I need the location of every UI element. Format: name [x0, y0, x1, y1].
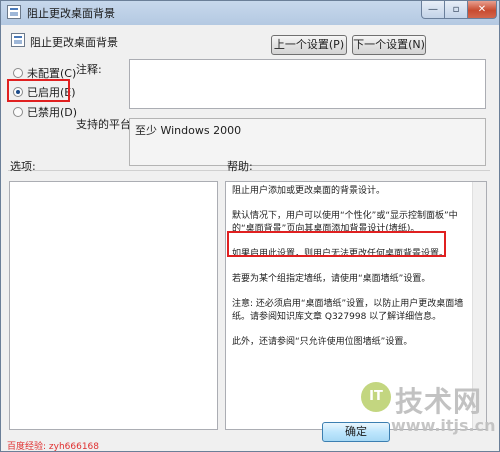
help-paragraph: 此外，还请参阅“只允许使用位图墙纸”设置。: [232, 337, 413, 347]
policy-icon: [7, 5, 21, 19]
help-paragraph: 注意: 还必须启用“桌面墙纸”设置，以防止用户更改桌面墙纸。请参阅知识库文章 Q…: [232, 299, 464, 322]
options-pane: [9, 181, 218, 430]
radio-indicator[interactable]: [13, 107, 23, 117]
help-label: 帮助:: [227, 160, 253, 173]
platform-value: 至少 Windows 2000: [129, 118, 486, 166]
platform-label: 支持的平台:: [76, 118, 135, 131]
source-credit: 百度经验: zyh666168: [7, 442, 100, 452]
watermark-site-name: 技术网: [395, 385, 483, 418]
setting-icon: [11, 33, 25, 47]
help-paragraph: 若要为某个组指定墙纸，请使用“桌面墙纸”设置。: [232, 274, 431, 284]
help-paragraph: 阻止用户添加或更改桌面的背景设计。: [232, 186, 386, 196]
watermark-logo-icon: IT: [361, 382, 391, 412]
previous-setting-button[interactable]: 上一个设置(P): [271, 35, 347, 55]
help-highlight-box: [227, 231, 446, 257]
help-text: 阻止用户添加或更改桌面的背景设计。 默认情况下，用户可以使用“个性化”或“显示控…: [232, 185, 470, 361]
enabled-highlight-box: [7, 79, 70, 102]
minimize-button[interactable]: —: [421, 1, 445, 19]
maximize-button[interactable]: ▫: [444, 1, 468, 19]
comment-textarea[interactable]: [129, 59, 486, 109]
next-setting-button[interactable]: 下一个设置(N): [352, 35, 426, 55]
comment-label: 注释:: [76, 63, 102, 76]
dialog-panel: 阻止更改桌面背景 上一个设置(P) 下一个设置(N) 未配置(C) 已启用(E)…: [4, 25, 496, 449]
options-label: 选项:: [10, 160, 36, 173]
radio-disabled[interactable]: 已禁用(D): [13, 104, 77, 120]
title-bar[interactable]: 阻止更改桌面背景 — ▫ ✕: [1, 1, 499, 23]
radio-indicator[interactable]: [13, 68, 23, 78]
watermark-url: www.itjs.cn: [391, 416, 496, 435]
policy-window: 阻止更改桌面背景 — ▫ ✕ 阻止更改桌面背景 上一个设置(P) 下一个设置(N…: [0, 0, 500, 452]
window-title: 阻止更改桌面背景: [27, 7, 115, 20]
policy-title: 阻止更改桌面背景: [30, 36, 118, 49]
radio-label: 已禁用(D): [27, 106, 78, 119]
close-button[interactable]: ✕: [467, 1, 497, 19]
ok-button[interactable]: 确定: [322, 422, 390, 442]
